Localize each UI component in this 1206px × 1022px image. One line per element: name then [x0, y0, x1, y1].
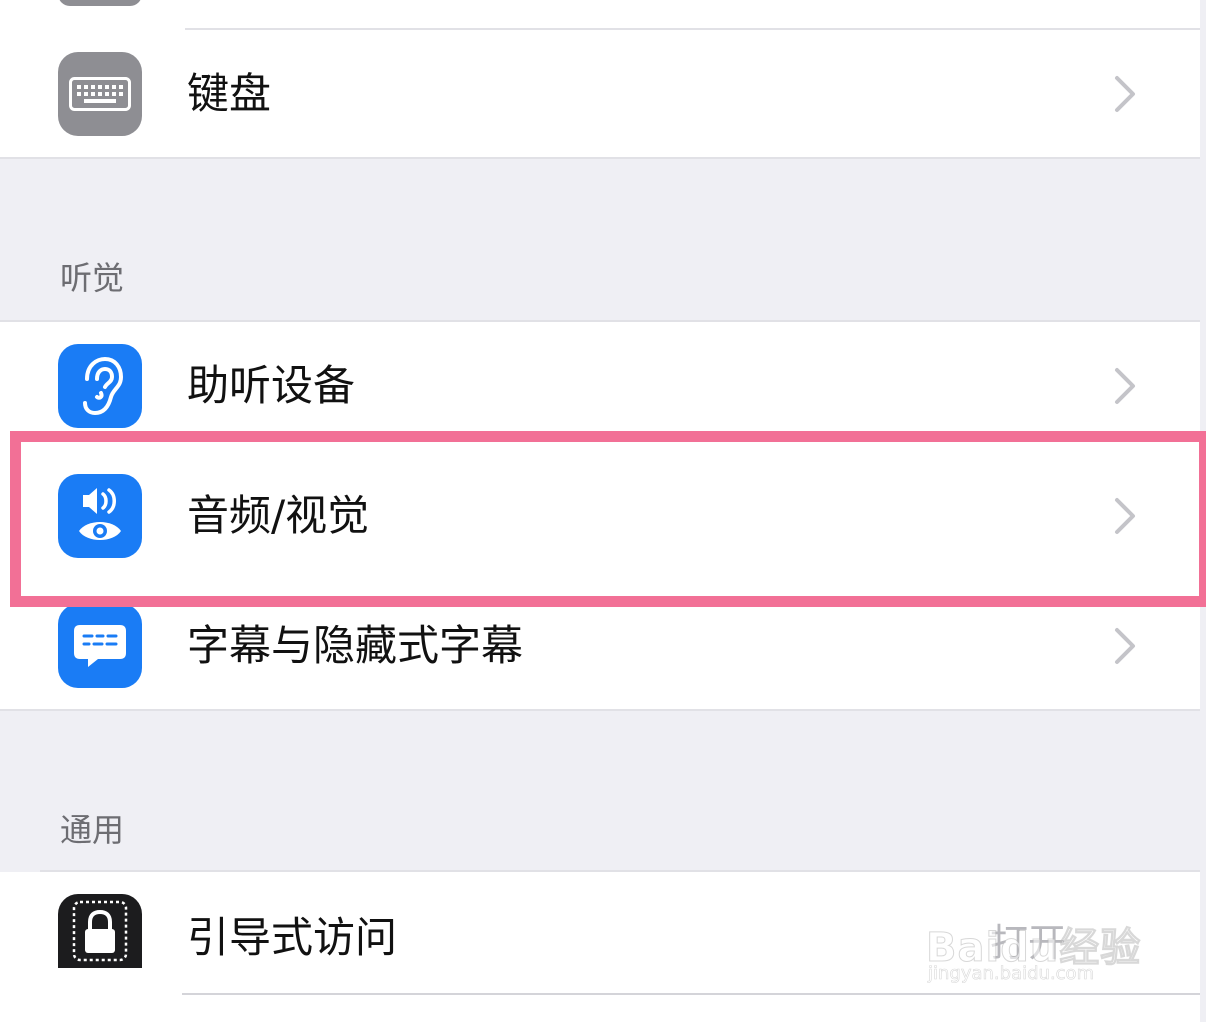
top-settings-group: 键盘 [0, 0, 1200, 158]
audio-visual-label: 音频/视觉 [187, 491, 370, 540]
audio-visual-row[interactable]: 音频/视觉 [0, 450, 1200, 582]
chevron-right-icon [1115, 368, 1135, 404]
watermark: Baidu经验 jingyan.baidu.com [925, 895, 1146, 995]
caption-bubble-icon [58, 604, 142, 688]
section-bottom-border [0, 709, 1200, 711]
chevron-right-icon [1115, 498, 1135, 534]
section-header-hearing: 听觉 [60, 259, 125, 297]
chevron-right-icon [1115, 628, 1135, 664]
keyboard-row[interactable]: 键盘 [0, 30, 1200, 158]
guided-access-label: 引导式访问 [187, 913, 398, 962]
section-bottom-border [0, 157, 1200, 159]
lock-icon [58, 894, 142, 968]
watermark-url: jingyan.baidu.com [928, 963, 1095, 985]
hearing-devices-label: 助听设备 [187, 361, 356, 410]
subtitles-row[interactable]: 字幕与隐藏式字幕 [0, 582, 1200, 710]
keyboard-label: 键盘 [187, 69, 272, 118]
ear-icon [58, 344, 142, 428]
subtitles-label: 字幕与隐藏式字幕 [187, 621, 524, 670]
hearing-settings-group: 助听设备 音频/视觉 字幕与隐藏式字幕 [0, 322, 1200, 710]
chevron-right-icon [1115, 76, 1135, 112]
previous-row-icon-edge [58, 0, 142, 6]
speaker-eye-icon [58, 474, 142, 558]
section-header-general: 通用 [60, 811, 125, 849]
keyboard-icon [58, 52, 142, 136]
hearing-devices-row[interactable]: 助听设备 [0, 322, 1200, 450]
